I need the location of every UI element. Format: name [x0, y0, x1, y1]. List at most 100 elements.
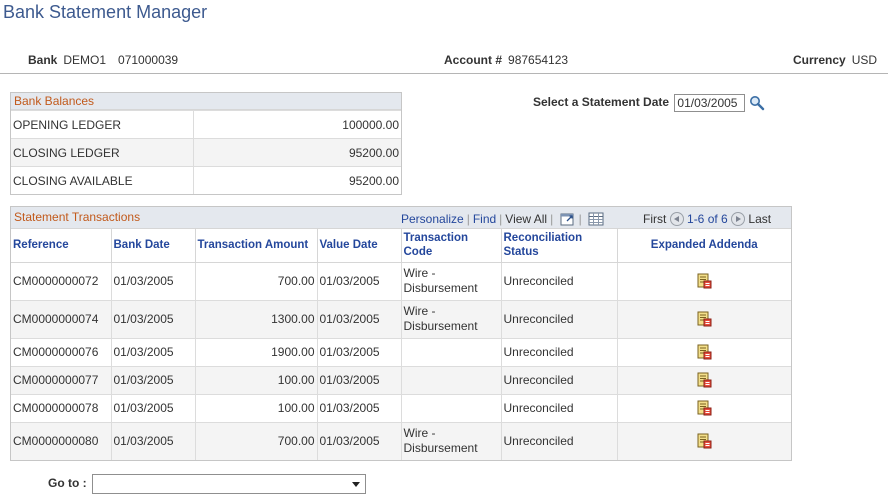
table-row: CM0000000074 01/03/2005 1300.00 01/03/2005 W…	[11, 299, 791, 338]
balance-label: CLOSING LEDGER	[11, 139, 194, 166]
expanded-addenda-icon[interactable]	[696, 311, 712, 327]
statement-transactions-title: Statement Transactions	[14, 210, 141, 224]
last-link[interactable]: Last	[748, 212, 771, 226]
goto-group: Go to :	[48, 474, 366, 494]
previous-icon[interactable]	[669, 212, 684, 226]
find-link[interactable]: Find	[473, 212, 496, 226]
balance-value: 100000.00	[342, 118, 399, 132]
cell-expanded-addenda	[617, 421, 791, 460]
currency-value: USD	[851, 53, 878, 67]
cell-reference: CM0000000072	[11, 261, 112, 300]
column-header-value-date[interactable]: Value Date	[317, 229, 402, 263]
balance-row: CLOSING AVAILABLE 95200.00	[11, 166, 401, 194]
grid-toolbar: Personalize | Find | View All | |	[401, 212, 604, 229]
cell-reference: CM0000000076	[11, 337, 112, 366]
column-header-reconciliation-status[interactable]: Reconciliation Status	[501, 229, 618, 263]
transactions-grid: Reference Bank Date Transaction Amount V…	[11, 229, 791, 460]
cell-expanded-addenda	[617, 365, 791, 394]
balance-value: 95200.00	[348, 146, 399, 160]
expanded-addenda-icon[interactable]	[696, 273, 712, 289]
cell-bank-date: 01/03/2005	[111, 337, 196, 366]
balance-row: CLOSING LEDGER 95200.00	[11, 138, 401, 166]
bank-label: Bank	[28, 53, 58, 67]
expanded-addenda-icon[interactable]	[696, 433, 712, 449]
column-header-transaction-amount[interactable]: Transaction Amount	[195, 229, 318, 263]
statement-date-group: Select a Statement Date	[533, 94, 765, 112]
cell-value-date: 01/03/2005	[317, 261, 402, 300]
expanded-addenda-icon[interactable]	[696, 344, 712, 360]
table-row: CM0000000080 01/03/2005 700.00 01/03/2005 Wi…	[11, 421, 791, 460]
cell-reconciliation-status: Unreconciled	[501, 365, 618, 394]
account-info: Account # 987654123	[444, 53, 568, 67]
table-row: CM0000000078 01/03/2005 100.00 01/03/2005 Un…	[11, 393, 791, 422]
new-window-icon[interactable]	[560, 212, 576, 229]
personalize-link[interactable]: Personalize	[401, 212, 464, 226]
cell-value-date: 01/03/2005	[317, 299, 402, 338]
download-grid-icon[interactable]	[588, 212, 604, 229]
statement-date-label: Select a Statement Date	[533, 95, 670, 110]
account-value: 987654123	[508, 53, 569, 67]
cell-reference: CM0000000080	[11, 421, 112, 460]
goto-select[interactable]	[92, 474, 366, 494]
table-row: CM0000000077 01/03/2005 100.00 01/03/2005 Un…	[11, 365, 791, 394]
expanded-addenda-icon[interactable]	[696, 400, 712, 416]
currency-label: Currency	[793, 53, 846, 67]
cell-reference: CM0000000078	[11, 393, 112, 422]
column-header-transaction-code[interactable]: Transaction Code	[401, 229, 502, 263]
bank-number: 071000039	[118, 53, 179, 67]
bank-balances-panel: Bank Balances OPENING LEDGER 100000.00 C…	[10, 92, 402, 195]
cell-bank-date: 01/03/2005	[111, 365, 196, 394]
account-label: Account #	[444, 53, 503, 67]
next-icon[interactable]	[731, 212, 746, 226]
balance-label: CLOSING AVAILABLE	[11, 167, 194, 194]
column-header-expanded-addenda[interactable]: Expanded Addenda	[617, 229, 791, 263]
row-range: 1-6 of 6	[687, 212, 728, 226]
cell-transaction-amount: 1300.00	[195, 299, 318, 338]
currency-info: Currency USD	[793, 53, 877, 67]
cell-reference: CM0000000074	[11, 299, 112, 338]
cell-value-date: 01/03/2005	[317, 421, 402, 460]
column-header-bank-date[interactable]: Bank Date	[111, 229, 196, 263]
statement-date-input[interactable]	[674, 94, 746, 112]
cell-transaction-amount: 100.00	[195, 365, 318, 394]
table-row: CM0000000076 01/03/2005 1900.00 01/03/2005 U…	[11, 337, 791, 366]
cell-transaction-amount: 100.00	[195, 393, 318, 422]
first-link[interactable]: First	[643, 212, 666, 226]
goto-label: Go to :	[48, 476, 87, 491]
cell-bank-date: 01/03/2005	[111, 261, 196, 300]
expanded-addenda-icon[interactable]	[696, 372, 712, 388]
cell-transaction-code: Wire - Disbursement	[401, 421, 502, 460]
cell-reconciliation-status: Unreconciled	[501, 393, 618, 422]
lookup-icon[interactable]	[749, 95, 765, 111]
cell-value-date: 01/03/2005	[317, 365, 402, 394]
balance-value: 95200.00	[348, 174, 399, 188]
cell-reconciliation-status: Unreconciled	[501, 421, 618, 460]
cell-reconciliation-status: Unreconciled	[501, 299, 618, 338]
cell-reconciliation-status: Unreconciled	[501, 337, 618, 366]
bank-info: Bank DEMO1 071000039	[28, 53, 178, 67]
cell-transaction-code	[401, 393, 502, 422]
cell-transaction-amount: 700.00	[195, 261, 318, 300]
balance-row: OPENING LEDGER 100000.00	[11, 110, 401, 138]
view-all-link[interactable]: View All	[505, 212, 547, 226]
cell-transaction-code: Wire - Disbursement	[401, 299, 502, 338]
bank-code: DEMO1	[63, 53, 107, 67]
cell-value-date: 01/03/2005	[317, 337, 402, 366]
cell-bank-date: 01/03/2005	[111, 393, 196, 422]
cell-transaction-amount: 700.00	[195, 421, 318, 460]
cell-reference: CM0000000077	[11, 365, 112, 394]
column-header-reference[interactable]: Reference	[11, 229, 112, 263]
cell-bank-date: 01/03/2005	[111, 299, 196, 338]
cell-expanded-addenda	[617, 337, 791, 366]
cell-value-date: 01/03/2005	[317, 393, 402, 422]
cell-transaction-code	[401, 337, 502, 366]
table-row: CM0000000072 01/03/2005 700.00 01/03/2005 Wi…	[11, 261, 791, 300]
statement-transactions-header: Statement Transactions Personalize | Find |…	[11, 207, 791, 229]
account-info-bar: Bank DEMO1 071000039 Account # 987654123 Cu…	[0, 46, 888, 74]
page-title: Bank Statement Manager	[3, 2, 208, 22]
cell-transaction-amount: 1900.00	[195, 337, 318, 366]
cell-expanded-addenda	[617, 261, 791, 300]
cell-expanded-addenda	[617, 393, 791, 422]
grid-navigation: First 1-6 of 6 Last	[643, 212, 771, 226]
cell-expanded-addenda	[617, 299, 791, 338]
